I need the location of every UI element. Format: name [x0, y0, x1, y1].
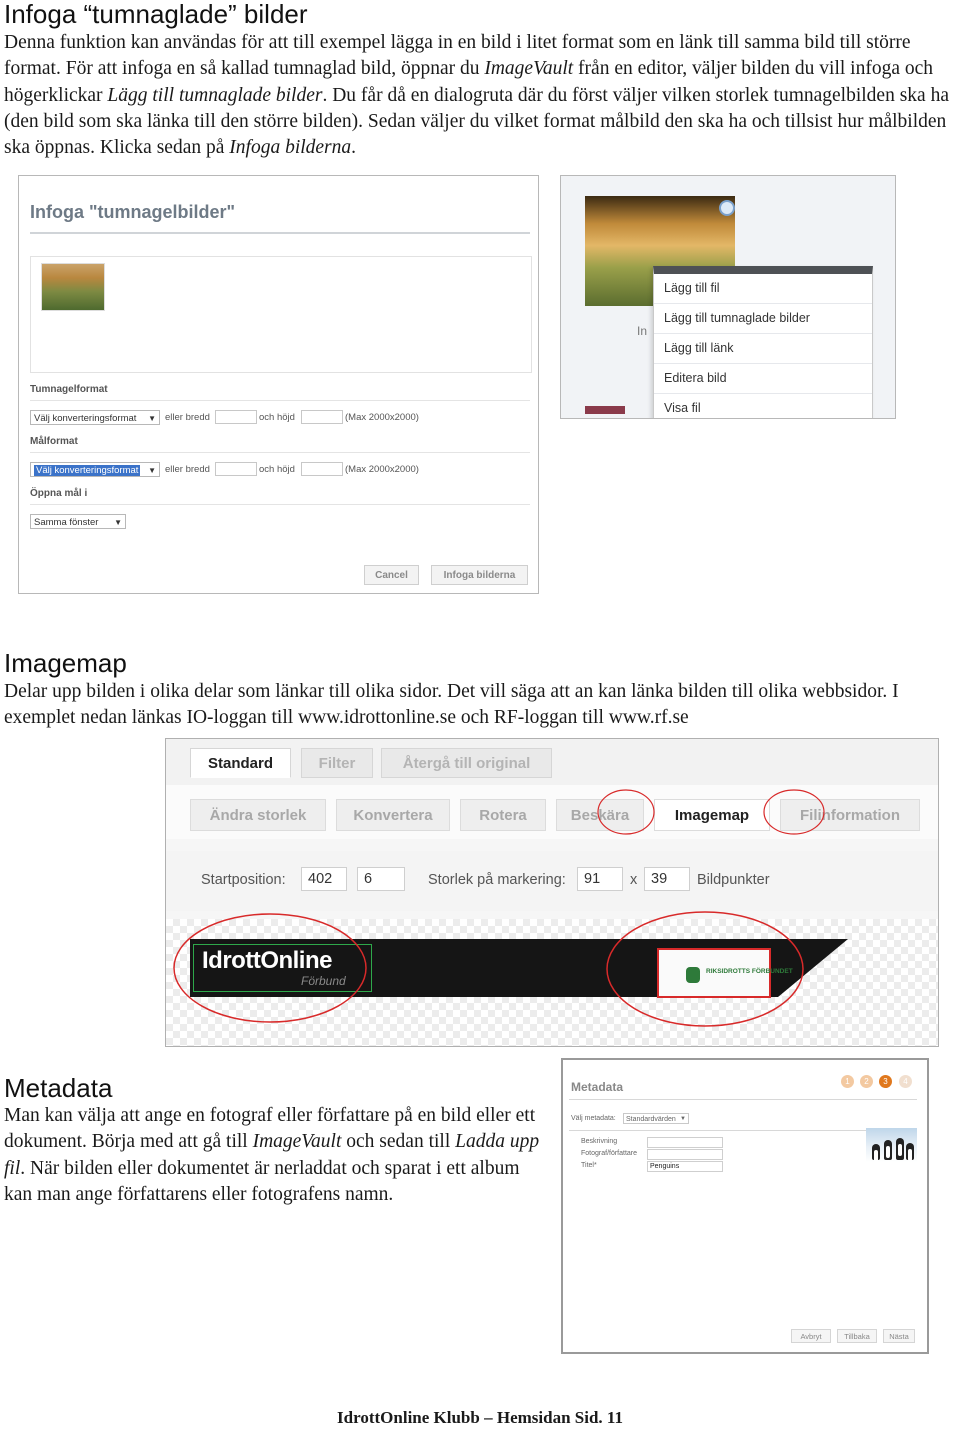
annotation-overlay	[173, 789, 825, 1027]
thumbnail-image[interactable]	[41, 263, 105, 311]
page-footer: IdrottOnline Klubb – Hemsidan Sid. 11	[337, 1408, 623, 1427]
label-fotograf: Fotograf/författare	[581, 1150, 638, 1157]
annotation-circle-rf	[606, 911, 804, 1027]
section-rule	[569, 1130, 917, 1131]
label-eller-bredd: eller bredd	[165, 412, 210, 423]
annotation-circle-io	[173, 913, 367, 1023]
window-select[interactable]: Samma fönster ▼	[30, 514, 126, 529]
magnifier-icon[interactable]	[719, 200, 735, 216]
insert-images-button[interactable]: Infoga bilderna	[431, 565, 528, 585]
heading-metadata: Metadata	[4, 1073, 113, 1103]
label-tumnagelformat: Tumnagelformat	[30, 384, 108, 395]
label-och-hojd: och höjd	[259, 412, 295, 423]
penguin	[896, 1138, 904, 1160]
paragraph-metadata: Man kan välja att ange en fotograf eller…	[4, 1105, 540, 1205]
description-input[interactable]	[647, 1137, 723, 1148]
menu-item-edit-image[interactable]: Editera bild	[654, 364, 872, 394]
step-indicator: 1	[841, 1075, 854, 1088]
screenshot-metadata-dialog: Metadata 1 2 3 4 Välj metadata: Standard…	[561, 1058, 929, 1354]
penguin	[906, 1143, 914, 1161]
thumb-format-select[interactable]: Välj konverteringsformat ▼	[30, 410, 160, 425]
max-note: (Max 2000x2000)	[345, 412, 419, 423]
chevron-down-icon: ▼	[148, 466, 156, 475]
metadata-title: Metadata	[571, 1080, 624, 1094]
thumb-width-input[interactable]	[215, 410, 257, 424]
preview-area	[30, 256, 532, 373]
next-button[interactable]: Nästa	[883, 1329, 915, 1343]
section-rule	[30, 452, 530, 453]
back-button[interactable]: Tillbaka	[837, 1329, 877, 1343]
penguin	[872, 1144, 880, 1162]
image-strip	[585, 406, 625, 414]
target-height-input[interactable]	[301, 462, 343, 476]
penguins-thumbnail[interactable]	[866, 1128, 917, 1162]
thumb-height-input[interactable]	[301, 410, 343, 424]
target-format-select[interactable]: Välj konverteringsformat ▼	[30, 462, 160, 477]
paragraph-imagemap: Delar upp bilden i olika delar som länka…	[4, 681, 899, 729]
title-rule	[569, 1099, 917, 1100]
heading-imagemap: Imagemap	[4, 648, 127, 678]
label-malformat: Målformat	[30, 436, 78, 447]
section-rule	[30, 400, 530, 401]
label-select-metadata: Välj metadata:	[571, 1115, 616, 1122]
menu-item-add-thumbnails[interactable]: Lägg till tumnaglade bilder	[654, 304, 872, 334]
menu-item-add-link[interactable]: Lägg till länk	[654, 334, 872, 364]
label-eller-bredd: eller bredd	[165, 464, 210, 475]
photographer-input[interactable]	[647, 1149, 723, 1160]
target-width-input[interactable]	[215, 462, 257, 476]
chevron-down-icon: ▼	[148, 414, 156, 423]
screenshot-infoga-dialog: Infoga "tumnagelbilder" Tumnagelformat V…	[18, 175, 539, 594]
step-indicator-current: 3	[879, 1075, 892, 1088]
screenshot-context-menu: In Lägg till fil Lägg till tumnaglade bi…	[560, 175, 896, 419]
label-och-hojd: och höjd	[259, 464, 295, 475]
label-titel: Titel*	[581, 1162, 597, 1169]
label-oppna-mal: Öppna mål i	[30, 488, 88, 499]
max-note: (Max 2000x2000)	[345, 464, 419, 475]
step-indicator: 2	[860, 1075, 873, 1088]
annotation-circle-fileinfo-tab	[763, 789, 825, 835]
title-input[interactable]: Penguins	[647, 1161, 723, 1172]
context-menu: Lägg till fil Lägg till tumnaglade bilde…	[653, 266, 873, 418]
annotation-circle-crop-tab	[597, 789, 655, 835]
cancel-button[interactable]: Avbryt	[791, 1329, 831, 1343]
chevron-down-icon: ▼	[114, 518, 122, 527]
menu-item-add-file[interactable]: Lägg till fil	[654, 274, 872, 304]
step-indicator: 4	[899, 1075, 912, 1088]
dialog-title: Infoga "tumnagelbilder"	[30, 202, 236, 222]
cancel-button[interactable]: Cancel	[364, 565, 419, 585]
screenshot-imagemap-editor: Standard Filter Återgå till original Änd…	[165, 738, 939, 1047]
title-rule	[30, 232, 530, 234]
section-rule	[30, 504, 530, 505]
heading-tumnaglade: Infoga “tumnaglade” bilder	[4, 0, 308, 29]
menu-item-show-file[interactable]: Visa fil	[654, 394, 872, 418]
label-beskrivning: Beskrivning	[581, 1138, 618, 1145]
penguin	[884, 1140, 892, 1160]
chevron-down-icon: ▼	[680, 1116, 686, 1122]
paragraph-tumnaglade: Denna funktion kan användas för att till…	[4, 32, 949, 159]
truncated-label: In	[637, 324, 648, 338]
metadata-select[interactable]: Standardvärden ▼	[623, 1113, 689, 1124]
